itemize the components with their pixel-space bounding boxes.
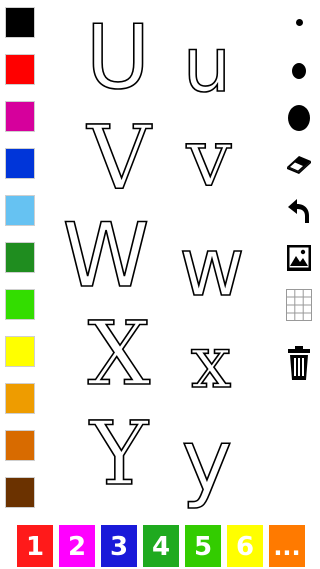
letter-lowercase-u[interactable]: u xyxy=(172,26,242,104)
letter-lowercase-w[interactable]: w xyxy=(172,227,252,309)
grid-button[interactable] xyxy=(284,288,314,322)
brush-size-small[interactable] xyxy=(284,12,314,32)
image-icon xyxy=(287,245,311,271)
color-swatch-brown[interactable] xyxy=(5,477,35,508)
letter-uppercase-x[interactable]: X xyxy=(74,309,164,399)
color-swatch-dark-green[interactable] xyxy=(5,242,35,273)
image-button[interactable] xyxy=(284,242,314,274)
grid-icon xyxy=(286,289,312,321)
more-pages-button[interactable]: ... xyxy=(268,524,306,568)
color-swatch-black[interactable] xyxy=(5,7,35,38)
page-button-4[interactable]: 4 xyxy=(142,524,180,568)
letter-lowercase-y[interactable]: y xyxy=(174,417,240,505)
letter-uppercase-v[interactable]: V xyxy=(74,113,164,203)
undo-icon xyxy=(288,199,309,223)
trash-button[interactable] xyxy=(284,344,314,382)
large-dot-icon xyxy=(288,105,310,131)
color-swatch-yellow[interactable] xyxy=(5,336,35,367)
letter-uppercase-y[interactable]: Y xyxy=(74,409,164,499)
color-swatch-light-blue[interactable] xyxy=(5,195,35,226)
letter-lowercase-x[interactable]: x xyxy=(178,325,244,399)
page-button-2[interactable]: 2 xyxy=(58,524,96,568)
page-button-1[interactable]: 1 xyxy=(16,524,54,568)
undo-button[interactable] xyxy=(284,196,314,226)
color-swatch-dark-orange[interactable] xyxy=(5,430,35,461)
color-swatch-blue[interactable] xyxy=(5,148,35,179)
color-swatch-green[interactable] xyxy=(5,289,35,320)
color-swatch-red[interactable] xyxy=(5,54,35,85)
eraser-button[interactable] xyxy=(284,150,314,178)
page-button-3[interactable]: 3 xyxy=(100,524,138,568)
page-button-5[interactable]: 5 xyxy=(184,524,222,568)
letter-uppercase-u[interactable]: U xyxy=(78,13,158,103)
letter-lowercase-v[interactable]: v xyxy=(176,117,242,199)
eraser-icon xyxy=(287,156,311,174)
color-swatch-orange[interactable] xyxy=(5,383,35,414)
color-swatch-magenta[interactable] xyxy=(5,101,35,132)
letter-uppercase-w[interactable]: W xyxy=(58,211,154,301)
page-button-6[interactable]: 6 xyxy=(226,524,264,568)
brush-size-large[interactable] xyxy=(284,102,314,134)
trash-icon xyxy=(288,346,310,380)
brush-size-medium[interactable] xyxy=(284,58,314,84)
small-dot-icon xyxy=(295,18,303,26)
medium-dot-icon xyxy=(292,63,306,79)
